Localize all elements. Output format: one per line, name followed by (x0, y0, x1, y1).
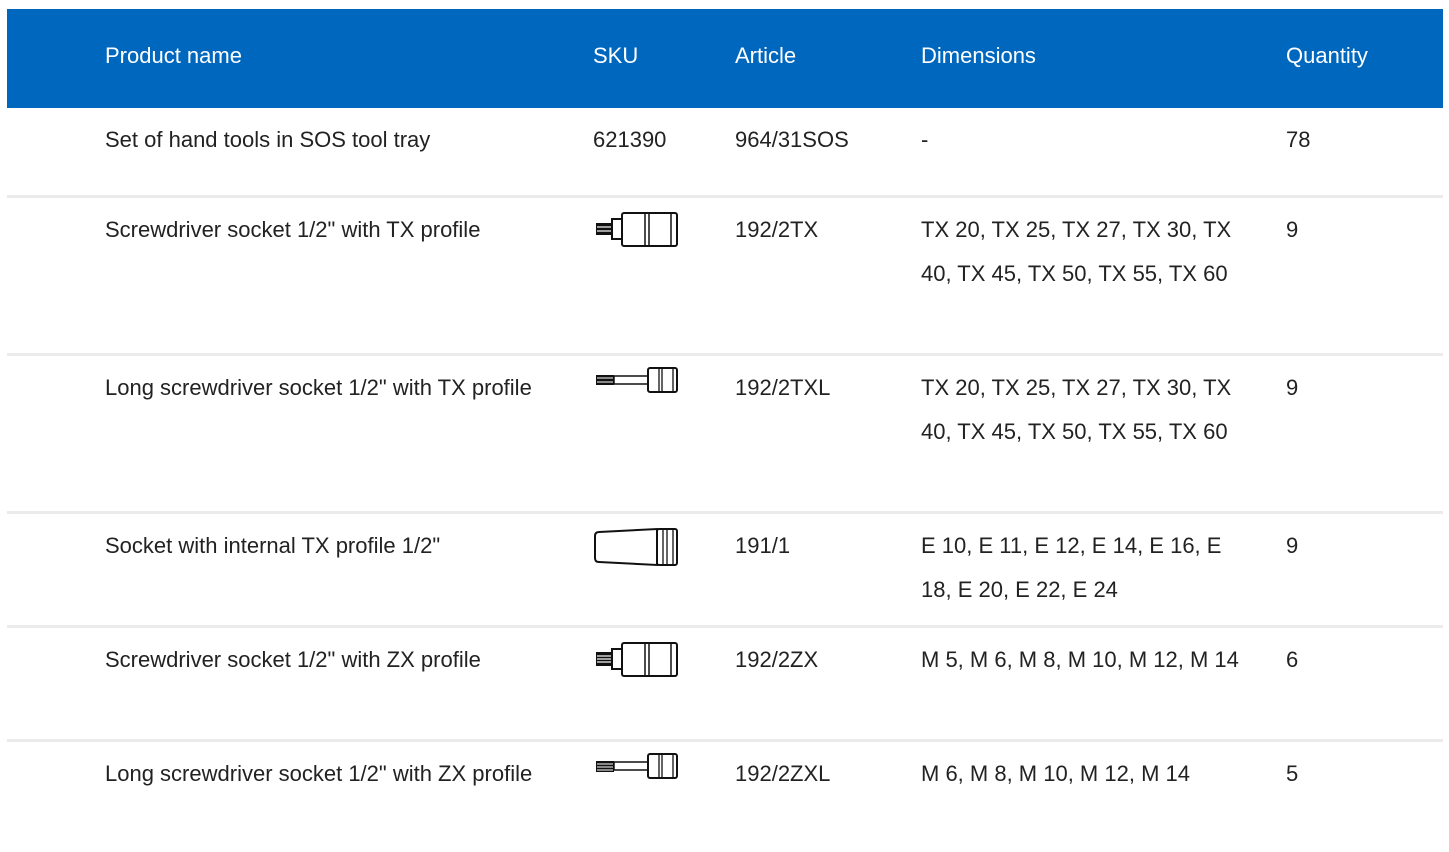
product-name-cell: Socket with internal TX profile 1/2" (105, 533, 441, 558)
zx-screwdriver-socket-icon (593, 640, 679, 680)
article-cell: 192/2TXL (735, 375, 831, 400)
long-tx-screwdriver-socket-icon (593, 366, 679, 396)
article-cell: 192/2ZX (735, 647, 819, 672)
quantity-cell: 6 (1286, 647, 1299, 672)
product-table: Product name SKU Article Dimensions Quan… (7, 9, 1443, 852)
product-name-cell: Set of hand tools in SOS tool tray (105, 127, 431, 152)
table-row: Long screwdriver socket 1/2" with TX pro… (7, 356, 1443, 514)
internal-tx-socket-icon (593, 526, 679, 568)
quantity-cell: 5 (1286, 761, 1299, 786)
column-header-dimensions[interactable]: Dimensions (921, 42, 1036, 70)
article-cell: 191/1 (735, 533, 791, 558)
table-row: Screwdriver socket 1/2" with ZX profile … (7, 628, 1443, 742)
column-header-sku[interactable]: SKU (593, 42, 638, 70)
article-cell: 192/2ZXL (735, 761, 831, 786)
table-row: Set of hand tools in SOS tool tray 62139… (7, 108, 1443, 198)
dimensions-cell: - (921, 127, 929, 152)
table-row: Long screwdriver socket 1/2" with ZX pro… (7, 742, 1443, 852)
column-header-product-name[interactable]: Product name (105, 42, 242, 70)
column-header-quantity[interactable]: Quantity (1286, 42, 1368, 70)
article-cell: 192/2TX (735, 217, 819, 242)
dimensions-cell: M 5, M 6, M 8, M 10, M 12, M 14 (921, 647, 1239, 672)
product-name-cell: Long screwdriver socket 1/2" with TX pro… (105, 375, 532, 400)
product-name-cell: Screwdriver socket 1/2" with ZX profile (105, 647, 481, 672)
column-header-article[interactable]: Article (735, 42, 796, 70)
product-name-cell: Long screwdriver socket 1/2" with ZX pro… (105, 761, 533, 786)
quantity-cell: 9 (1286, 375, 1299, 400)
tx-screwdriver-socket-icon (593, 210, 679, 250)
table-row: Socket with internal TX profile 1/2" 191… (7, 514, 1443, 628)
quantity-cell: 9 (1286, 533, 1299, 558)
table-header: Product name SKU Article Dimensions Quan… (7, 9, 1443, 108)
article-cell: 964/31SOS (735, 127, 849, 152)
sku-cell: 621390 (593, 127, 667, 152)
long-zx-screwdriver-socket-icon (593, 752, 679, 782)
dimensions-cell: TX 20, TX 25, TX 27, TX 30, TX 40, TX 45… (921, 217, 1232, 286)
table-row: Screwdriver socket 1/2" with TX profile … (7, 198, 1443, 356)
product-name-cell: Screwdriver socket 1/2" with TX profile (105, 217, 481, 242)
dimensions-cell: E 10, E 11, E 12, E 14, E 16, E 18, E 20… (921, 533, 1222, 602)
quantity-cell: 9 (1286, 217, 1299, 242)
quantity-cell: 78 (1286, 127, 1311, 152)
dimensions-cell: M 6, M 8, M 10, M 12, M 14 (921, 761, 1190, 786)
dimensions-cell: TX 20, TX 25, TX 27, TX 30, TX 40, TX 45… (921, 375, 1232, 444)
